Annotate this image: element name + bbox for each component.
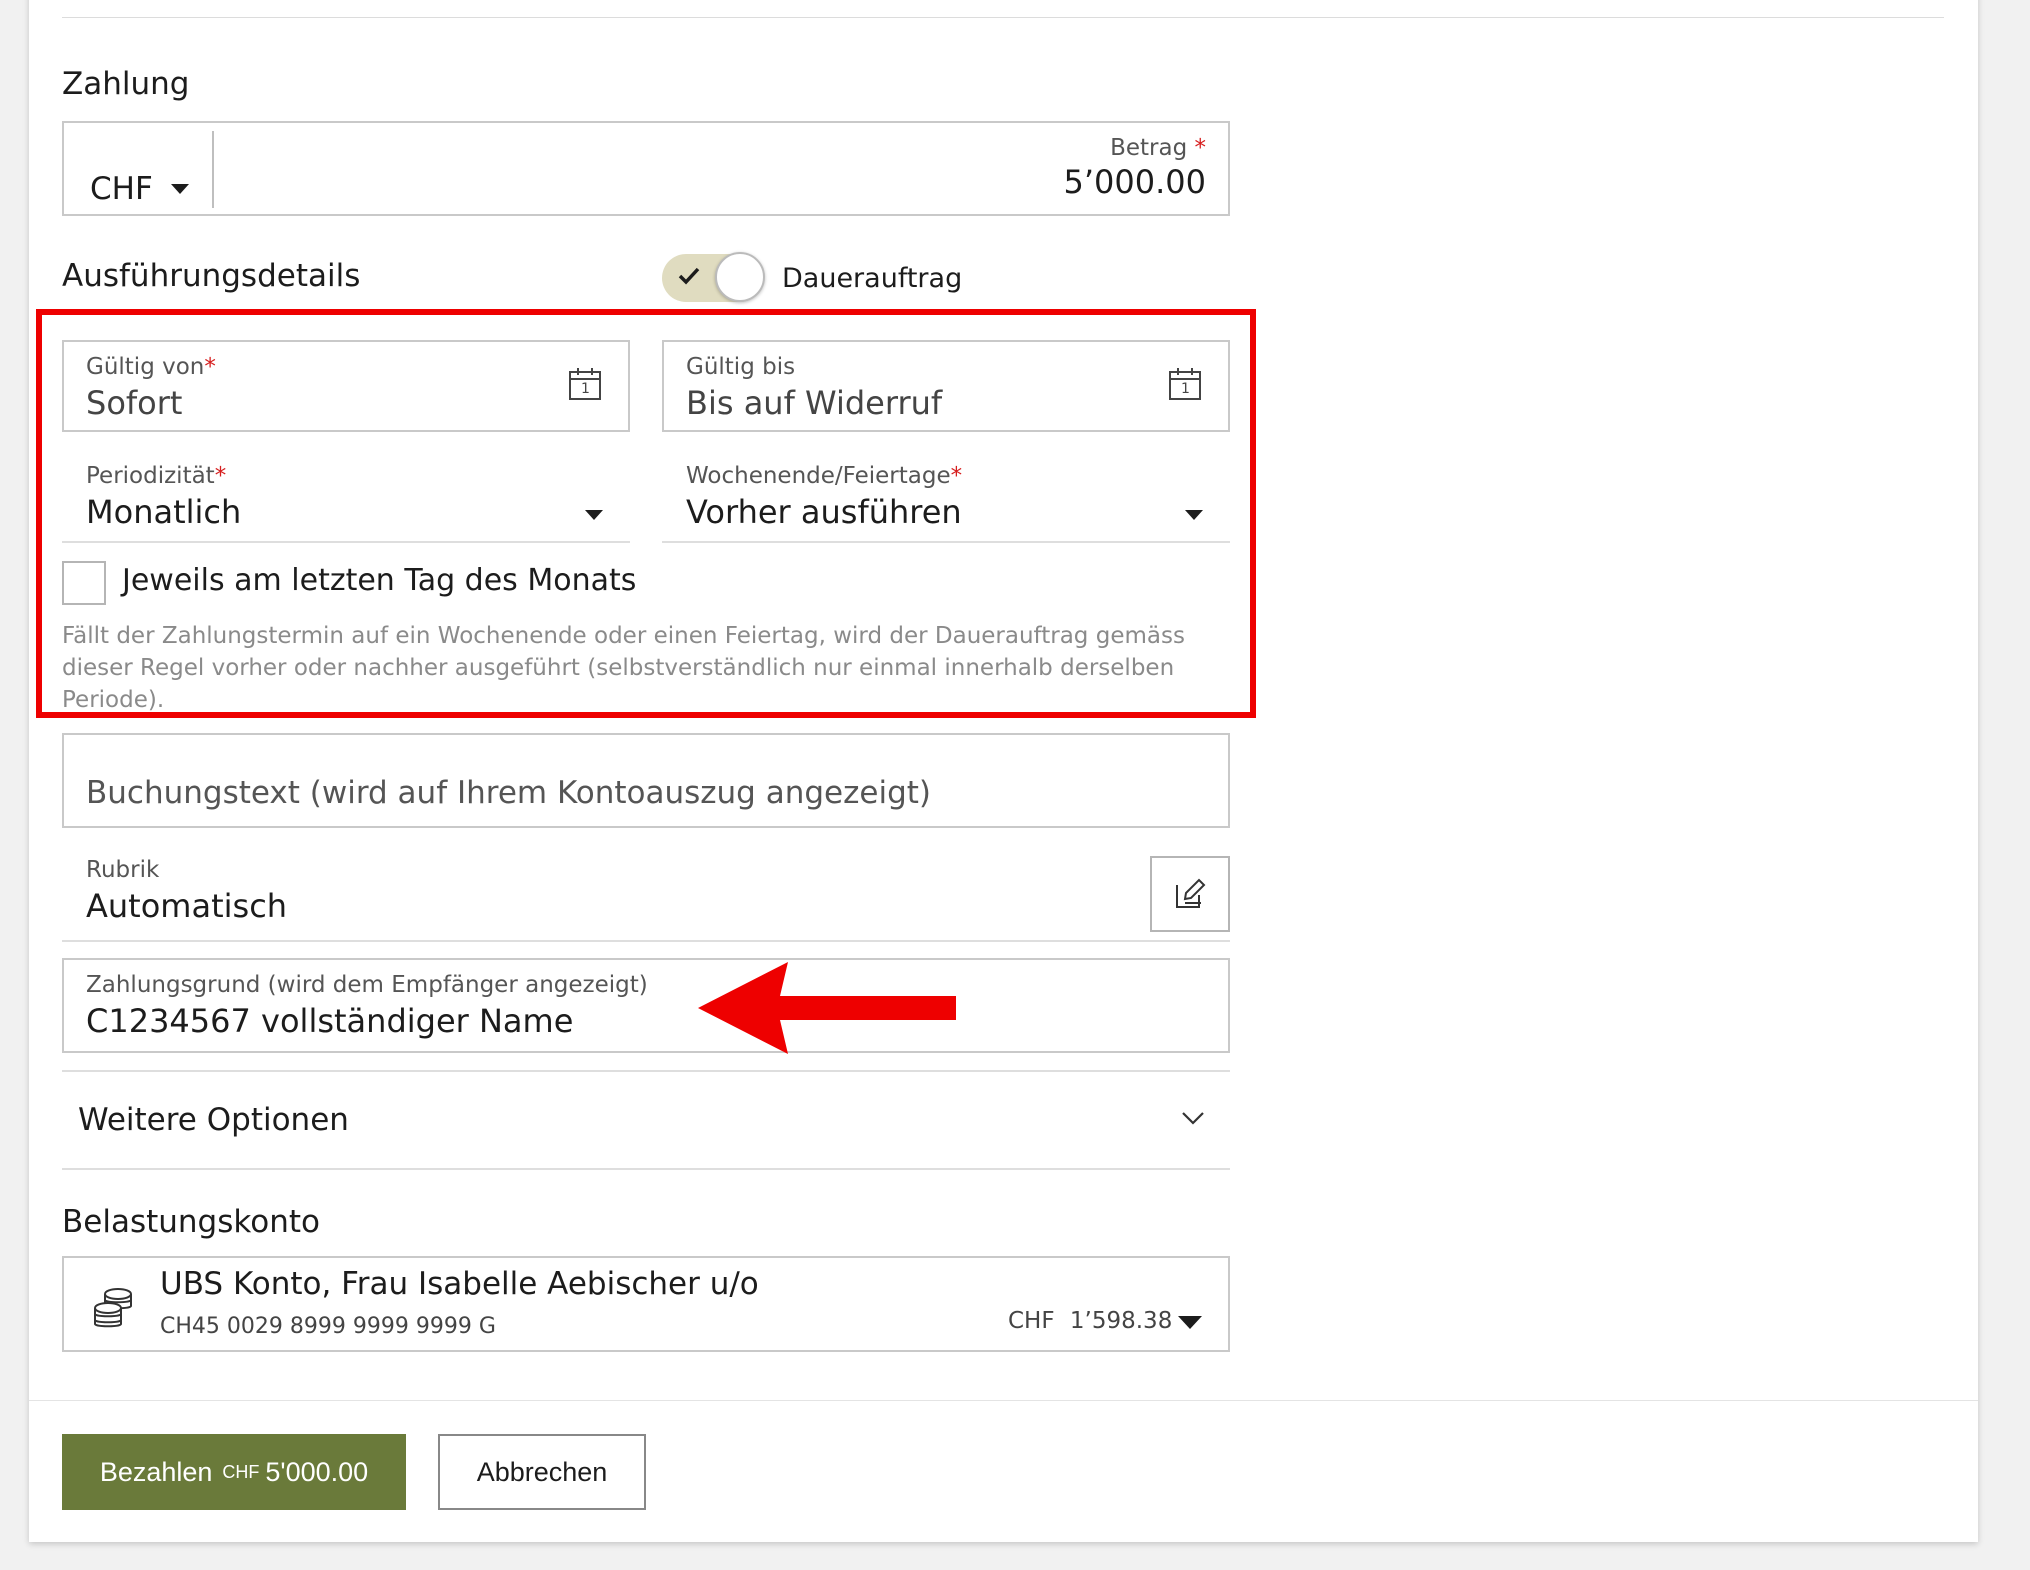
periodicity-label: Periodizität (86, 463, 215, 489)
hint-line: Fällt der Zahlungstermin auf ein Wochene… (62, 623, 1185, 649)
balance-value: 1’598.38 (1069, 1308, 1173, 1334)
chevron-down-icon (170, 184, 189, 194)
amount-field: CHF Betrag * 5’000.00 (62, 121, 1230, 216)
amount-input[interactable]: Betrag * 5’000.00 (1064, 135, 1207, 201)
debit-account-select[interactable]: UBS Konto, Frau Isabelle Aebischer u/o C… (62, 1256, 1230, 1352)
cancel-button[interactable]: Abbrechen (438, 1434, 646, 1510)
calendar-day: 1 (1181, 381, 1190, 397)
weekend-value: Vorher ausführen (686, 493, 962, 531)
pay-button-amount: 5'000.00 (265, 1456, 369, 1487)
chevron-down-icon (585, 510, 603, 520)
payment-section-title: Zahlung (62, 66, 190, 102)
periodicity-value: Monatlich (86, 493, 242, 531)
periodicity-select[interactable]: Periodizität* Monatlich (62, 455, 630, 543)
hint-line: dieser Regel vorher oder nachher ausgefü… (62, 655, 1175, 681)
standing-order-label: Dauerauftrag (782, 263, 963, 294)
account-iban: CH45 0029 8999 9999 9999 G (160, 1314, 496, 1339)
underline (662, 541, 1230, 543)
footer-divider (29, 1400, 1978, 1401)
rubric-value: Automatisch (86, 887, 288, 925)
standing-order-hint: Fällt der Zahlungstermin auf ein Wochene… (62, 620, 1222, 716)
valid-to-label: Gültig bis (686, 354, 796, 380)
checkmark-icon (678, 266, 700, 286)
account-balance: CHF 1’598.38 (1008, 1308, 1172, 1334)
calendar-day: 1 (581, 381, 590, 397)
toggle-knob[interactable] (715, 252, 765, 302)
payment-reason-input[interactable]: Zahlungsgrund (wird dem Empfänger angeze… (62, 958, 1230, 1053)
payment-reason-value: C1234567 vollständiger Name (86, 1002, 574, 1040)
weekend-label: Wochenende/Feiertage (686, 463, 951, 489)
last-day-checkbox-label: Jeweils am letzten Tag des Monats (122, 563, 637, 598)
pay-button[interactable]: Bezahlen CHF 5'000.00 (62, 1434, 406, 1510)
divider (62, 1168, 1230, 1170)
more-options-expander[interactable]: Weitere Optionen (62, 1072, 1230, 1168)
amount-label: Betrag (1110, 135, 1188, 161)
hint-line: Periode). (62, 687, 165, 713)
amount-value: 5’000.00 (1063, 163, 1207, 201)
valid-from-field[interactable]: Gültig von* Sofort 1 (62, 340, 630, 432)
balance-currency: CHF (1008, 1308, 1055, 1334)
edit-icon (1176, 878, 1206, 908)
required-marker: * (204, 354, 216, 380)
currency-divider (212, 131, 214, 208)
coins-icon (94, 1288, 132, 1328)
last-day-checkbox[interactable] (62, 561, 106, 605)
pay-button-currency: CHF (222, 1461, 260, 1482)
annotation-arrow-icon (698, 962, 956, 1054)
rubric-label: Rubrik (86, 857, 160, 883)
divider (62, 17, 1944, 18)
cancel-button-label: Abbrechen (476, 1456, 608, 1487)
more-options-label: Weitere Optionen (78, 1102, 349, 1138)
execution-section-title: Ausführungsdetails (62, 258, 361, 294)
weekend-rule-select[interactable]: Wochenende/Feiertage* Vorher ausführen (662, 455, 1230, 543)
account-name: UBS Konto, Frau Isabelle Aebischer u/o (160, 1266, 759, 1302)
booking-text-placeholder: Buchungstext (wird auf Ihrem Kontoauszug… (86, 775, 931, 811)
debit-account-section-title: Belastungskonto (62, 1204, 320, 1240)
booking-text-input[interactable]: Buchungstext (wird auf Ihrem Kontoauszug… (62, 733, 1230, 828)
pay-button-label: Bezahlen (99, 1456, 213, 1487)
calendar-icon[interactable]: 1 (1168, 367, 1202, 401)
required-marker: * (1194, 135, 1207, 161)
required-marker: * (214, 463, 227, 489)
chevron-down-icon (1178, 1316, 1202, 1329)
required-marker: * (950, 463, 963, 489)
chevron-down-icon (1185, 510, 1203, 520)
valid-from-label: Gültig von (86, 354, 205, 380)
valid-to-value: Bis auf Widerruf (686, 384, 943, 422)
valid-to-field[interactable]: Gültig bis Bis auf Widerruf 1 (662, 340, 1230, 432)
currency-value: CHF (90, 171, 153, 207)
payment-reason-label: Zahlungsgrund (wird dem Empfänger angeze… (86, 972, 648, 998)
calendar-icon[interactable]: 1 (568, 367, 602, 401)
chevron-down-icon (1182, 1112, 1204, 1125)
edit-rubric-button[interactable] (1150, 856, 1230, 932)
rubric-field: Rubrik Automatisch (62, 855, 1162, 941)
underline (62, 940, 1230, 942)
valid-from-value: Sofort (86, 384, 183, 422)
underline (62, 541, 630, 543)
currency-select[interactable]: CHF (90, 171, 189, 207)
